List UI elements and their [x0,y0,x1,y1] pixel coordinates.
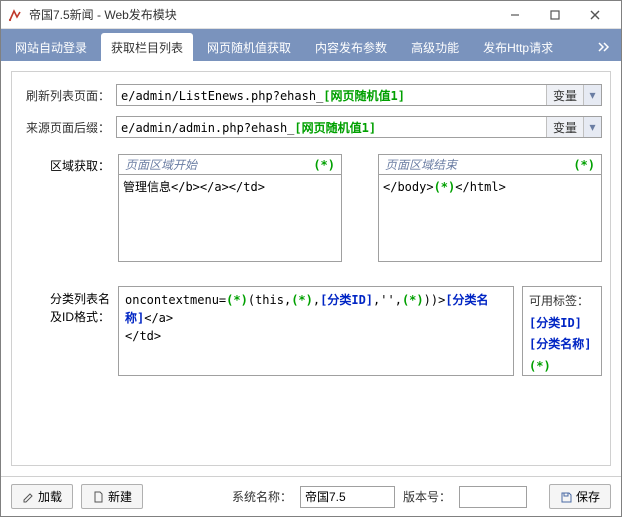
save-button[interactable]: 保存 [549,484,611,509]
refresh-list-var-badge[interactable]: 变量 [546,85,583,105]
app-icon [7,7,23,23]
sysname-label: 系统名称： [232,488,292,505]
new-button[interactable]: 新建 [81,484,143,509]
region-label: 区域获取： [20,154,110,174]
sysname-input[interactable] [300,486,395,508]
region-start-textarea[interactable]: 管理信息</b></a></td> [118,174,342,262]
region-end-header: 页面区域结束 (*) [378,154,602,174]
cls-format-textarea[interactable]: oncontextmenu=(*)(this,(*),[分类ID],'',(*)… [118,286,514,376]
document-icon [92,491,104,503]
tab-random-value[interactable]: 网页随机值获取 [197,33,301,61]
tag-category-name[interactable]: [分类名称] [529,334,595,356]
available-tags-box: 可用标签： [分类ID] [分类名称] (*) [522,286,602,376]
source-suffix-dropdown-icon[interactable]: ▾ [583,117,601,137]
minimize-button[interactable] [495,2,535,28]
refresh-list-value: e/admin/ListEnews.php?ehash_[网页随机值1] [117,87,546,104]
version-label: 版本号： [403,488,451,505]
tag-category-id[interactable]: [分类ID] [529,313,595,335]
tab-auto-login[interactable]: 网站自动登录 [5,33,97,61]
source-suffix-value: e/admin/admin.php?ehash_[网页随机值1] [117,119,546,136]
tag-wildcard[interactable]: (*) [529,356,595,378]
cls-label: 分类列表名 及ID格式： [20,286,110,326]
save-icon [560,491,572,503]
tab-publish-params[interactable]: 内容发布参数 [305,33,397,61]
region-start-header: 页面区域开始 (*) [118,154,342,174]
tab-advanced[interactable]: 高级功能 [401,33,469,61]
close-button[interactable] [575,2,615,28]
tab-http-request[interactable]: 发布Http请求 [473,33,563,61]
region-end-textarea[interactable]: </body>(*)</html> [378,174,602,262]
tab-column-list[interactable]: 获取栏目列表 [101,33,193,61]
load-button[interactable]: 加载 [11,484,73,509]
version-input[interactable] [459,486,527,508]
source-suffix-var-badge[interactable]: 变量 [546,117,583,137]
source-suffix-combo[interactable]: e/admin/admin.php?ehash_[网页随机值1] 变量 ▾ [116,116,602,138]
maximize-button[interactable] [535,2,575,28]
tab-overflow-button[interactable] [593,33,617,61]
window-title: 帝国7.5新闻 - Web发布模块 [29,6,495,23]
refresh-list-combo[interactable]: e/admin/ListEnews.php?ehash_[网页随机值1] 变量 … [116,84,602,106]
edit-icon [22,491,34,503]
refresh-list-dropdown-icon[interactable]: ▾ [583,85,601,105]
source-suffix-label: 来源页面后缀： [20,119,110,136]
tags-header: 可用标签： [529,291,595,313]
refresh-list-label: 刷新列表页面： [20,87,110,104]
